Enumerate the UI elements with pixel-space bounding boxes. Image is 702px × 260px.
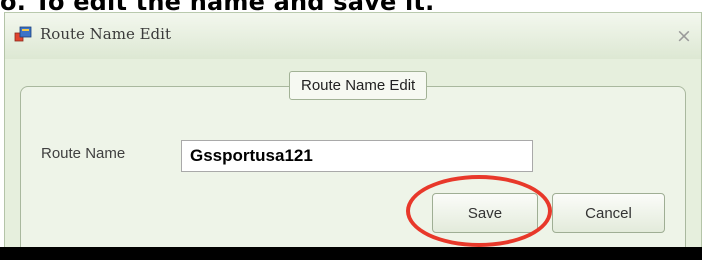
- route-name-label: Route Name: [41, 145, 126, 162]
- save-button[interactable]: Save: [432, 193, 538, 233]
- app-icon: [14, 26, 32, 42]
- window-title: Route Name Edit: [40, 25, 171, 43]
- route-name-edit-dialog: Route Name Edit × Route Name Edit Route …: [4, 12, 702, 260]
- cancel-button[interactable]: Cancel: [552, 193, 665, 233]
- title-bar[interactable]: Route Name Edit ×: [5, 13, 701, 59]
- bottom-border: [0, 247, 702, 260]
- route-name-input[interactable]: [181, 140, 533, 172]
- route-name-group: Route Name Edit Route Name Save Cancel: [20, 71, 686, 257]
- group-legend: Route Name Edit: [289, 71, 428, 100]
- close-icon[interactable]: ×: [673, 25, 695, 47]
